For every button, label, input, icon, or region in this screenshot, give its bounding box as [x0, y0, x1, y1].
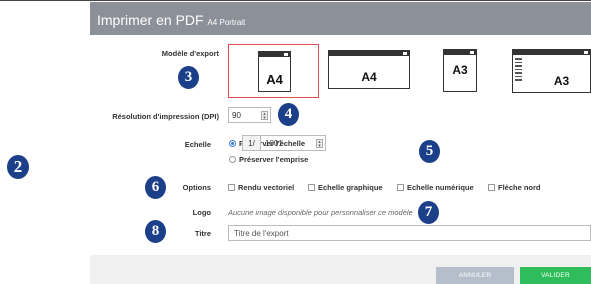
dialog-footer	[90, 255, 591, 284]
checkbox-icon[interactable]	[488, 184, 495, 191]
scale-label: Echelle	[184, 140, 211, 149]
template-a4-portrait[interactable]: A4	[228, 44, 319, 98]
resolution-value: 90	[232, 111, 241, 120]
spinner-arrows-icon[interactable]: ▴ ▾	[316, 139, 323, 149]
legend-lines-icon	[515, 58, 522, 83]
title-input[interactable]: Titre de l'export	[228, 225, 591, 241]
checkbox-icon[interactable]	[308, 184, 315, 191]
scale-prefix: 1/	[242, 135, 261, 151]
template-format-label: A3	[452, 63, 468, 77]
annotation-badge-7: 7	[418, 201, 439, 224]
title-placeholder: Titre de l'export	[234, 229, 289, 238]
radio-preserve-extent[interactable]: Préserver l'emprise	[229, 155, 308, 164]
a3-portrait-sheet-icon: A3	[443, 49, 477, 92]
option-north-arrow[interactable]: Flèche nord	[488, 183, 541, 192]
a4-landscape-sheet-icon: A4	[328, 50, 410, 89]
a4-portrait-sheet-icon: A4	[258, 51, 291, 92]
radio-label: Préserver l'emprise	[239, 155, 309, 164]
top-divider	[0, 0, 591, 1]
scale-value: 1001	[265, 139, 283, 148]
title-label: Titre	[194, 229, 211, 238]
cancel-button[interactable]: ANNULER	[436, 267, 514, 284]
template-a3-portrait[interactable]: A3	[423, 44, 503, 98]
option-numeric-scale[interactable]: Echelle numérique	[397, 183, 474, 192]
annotation-badge-8: 8	[145, 220, 166, 243]
option-vector-rendering[interactable]: Rendu vectoriel	[228, 183, 294, 192]
template-format-label: A4	[266, 72, 283, 87]
checkbox-icon[interactable]	[228, 184, 235, 191]
annotation-badge-4: 4	[278, 103, 299, 126]
page: 2 Imprimer en PDF A4 Portrait Modèle d'e…	[0, 0, 591, 284]
radio-checked-icon[interactable]	[229, 140, 236, 147]
option-label: Rendu vectoriel	[238, 183, 295, 192]
dialog-title: Imprimer en PDF A4 Portrait	[97, 12, 245, 28]
option-label: Echelle numérique	[407, 183, 474, 192]
option-graphic-scale[interactable]: Echelle graphique	[308, 183, 383, 192]
annotation-badge-5: 5	[419, 140, 440, 163]
option-label: Echelle graphique	[318, 183, 383, 192]
resolution-input[interactable]: 90 ▴ ▾	[228, 107, 271, 123]
template-format-label: A4	[361, 70, 377, 84]
dialog-header: Imprimer en PDF A4 Portrait	[90, 2, 591, 35]
dialog-subtitle: A4 Portrait	[207, 18, 246, 27]
spinner-arrows-icon[interactable]: ▴ ▾	[261, 111, 268, 121]
annotation-badge-3: 3	[178, 66, 199, 89]
export-template-list: A4 A4 A3 A3	[228, 44, 591, 100]
a3-landscape-legend-sheet-icon: A3	[512, 49, 591, 93]
annotation-badge-6: 6	[145, 176, 166, 199]
checkbox-icon[interactable]	[397, 184, 404, 191]
annotation-badge-2: 2	[7, 155, 29, 179]
validate-button[interactable]: VALIDER	[520, 267, 591, 284]
template-a4-landscape[interactable]: A4	[323, 44, 414, 98]
logo-message: Aucune image disponible pour personnalis…	[228, 208, 413, 217]
logo-label: Logo	[192, 208, 211, 217]
radio-unchecked-icon[interactable]	[229, 156, 236, 163]
template-a3-landscape-legend[interactable]: A3	[505, 44, 591, 98]
option-label: Flèche nord	[498, 183, 541, 192]
template-format-label: A3	[553, 74, 570, 88]
export-model-label: Modèle d'export	[161, 49, 219, 58]
resolution-label: Résolution d'impression (DPI)	[112, 112, 219, 121]
scale-input[interactable]: 1001 ▴ ▾	[260, 135, 326, 151]
dialog-title-text: Imprimer en PDF	[97, 12, 204, 28]
options-label: Options	[182, 183, 211, 192]
print-pdf-dialog: Imprimer en PDF A4 Portrait Modèle d'exp…	[90, 2, 591, 284]
